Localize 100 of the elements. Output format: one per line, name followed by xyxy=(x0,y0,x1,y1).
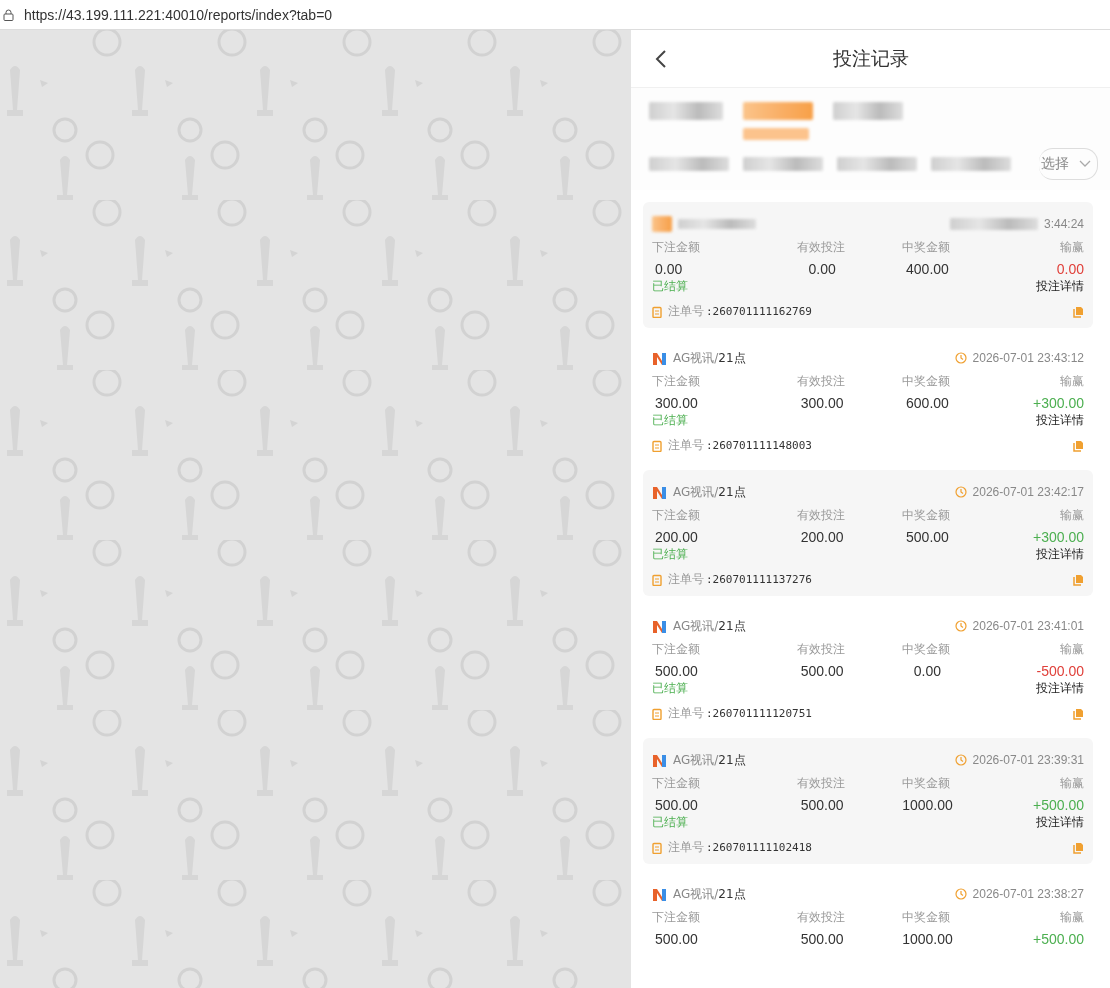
clipboard-icon xyxy=(652,305,662,318)
column-label: 有效投注 xyxy=(796,239,845,256)
order-number: :260701111120751 xyxy=(706,707,812,720)
settled-status: 已结算 xyxy=(652,412,688,429)
column-label: 中奖金额 xyxy=(901,373,950,390)
bet-details-link[interactable]: 投注详情 xyxy=(1036,546,1084,563)
clock-icon xyxy=(954,486,967,498)
column-label: 有效投注 xyxy=(796,775,845,792)
amount-value: +500.00 xyxy=(1032,797,1084,813)
order-number: :260701111162769 xyxy=(706,305,812,318)
amount-value: 500.00 xyxy=(799,663,844,679)
column-label: 输赢 xyxy=(1060,373,1084,390)
back-icon[interactable] xyxy=(655,49,667,69)
amount-value: 400.00 xyxy=(905,261,949,277)
game-name: AG视讯/21点 xyxy=(673,885,746,903)
bet-time: 2026-07-01 23:38:27 xyxy=(972,887,1084,901)
clock-icon xyxy=(954,352,967,364)
column-label: 有效投注 xyxy=(796,373,845,390)
copy-icon[interactable] xyxy=(1073,439,1084,452)
amount-value: 500.00 xyxy=(654,663,699,679)
page-title: 投注记录 xyxy=(832,45,909,71)
game-logo-icon xyxy=(652,618,667,634)
copy-icon[interactable] xyxy=(1073,305,1084,318)
column-label: 输赢 xyxy=(1060,775,1084,792)
column-label: 有效投注 xyxy=(796,909,845,926)
order-number-label: 注单号 xyxy=(668,705,704,722)
amount-value: 600.00 xyxy=(905,395,949,411)
column-label: 下注金额 xyxy=(652,641,701,658)
settled-status: 已结算 xyxy=(652,680,688,697)
game-logo-icon xyxy=(652,886,667,902)
bet-time: 2026-07-01 23:43:12 xyxy=(972,351,1084,365)
amount-value: 500.00 xyxy=(905,529,949,545)
clipboard-icon xyxy=(652,439,662,452)
bet-time: 2026-07-01 23:39:31 xyxy=(972,753,1084,767)
column-label: 输赢 xyxy=(1060,909,1084,926)
settled-status: 已结算 xyxy=(652,278,688,295)
clipboard-icon xyxy=(652,573,662,586)
order-number-label: 注单号 xyxy=(668,571,704,588)
column-label: 下注金额 xyxy=(652,239,701,256)
column-label: 下注金额 xyxy=(652,373,701,390)
column-label: 有效投注 xyxy=(796,641,845,658)
bet-details-link[interactable]: 投注详情 xyxy=(1036,412,1084,429)
order-number: :260701111137276 xyxy=(706,573,812,586)
column-label: 输赢 xyxy=(1060,507,1084,524)
lock-icon xyxy=(3,8,14,21)
blurred-placeholder xyxy=(652,216,672,232)
amount-value: 500.00 xyxy=(799,931,844,947)
bet-details-link[interactable]: 投注详情 xyxy=(1036,278,1084,295)
order-number-label: 注单号 xyxy=(668,303,704,320)
amount-value: 1000.00 xyxy=(901,797,953,813)
order-number-label: 注单号 xyxy=(668,839,704,856)
amount-value: 0.00 xyxy=(912,663,942,679)
clock-icon xyxy=(954,620,967,632)
settled-status: 已结算 xyxy=(652,814,688,831)
chevron-down-icon xyxy=(1079,160,1091,168)
bet-time: 3:44:24 xyxy=(1043,217,1084,231)
game-name: AG视讯/21点 xyxy=(673,617,746,635)
amount-value: 0.00 xyxy=(1055,261,1084,277)
amount-value: 500.00 xyxy=(654,797,699,813)
amount-value: 500.00 xyxy=(654,931,699,947)
amount-value: 200.00 xyxy=(799,529,844,545)
column-label: 输赢 xyxy=(1060,239,1084,256)
column-label: 中奖金额 xyxy=(901,641,950,658)
bet-details-link[interactable]: 投注详情 xyxy=(1036,680,1084,697)
blurred-placeholder xyxy=(833,102,903,120)
amount-value: 0.00 xyxy=(807,261,836,277)
amount-value: +300.00 xyxy=(1032,395,1084,411)
clipboard-icon xyxy=(652,841,662,854)
game-logo-icon xyxy=(652,484,667,500)
column-label: 中奖金额 xyxy=(901,775,950,792)
bet-time: 2026-07-01 23:41:01 xyxy=(972,619,1084,633)
settled-status: 已结算 xyxy=(652,546,688,563)
column-label: 有效投注 xyxy=(796,507,845,524)
copy-icon[interactable] xyxy=(1073,573,1084,586)
clock-icon xyxy=(954,754,967,766)
bet-time: 2026-07-01 23:42:17 xyxy=(972,485,1084,499)
game-name: AG视讯/21点 xyxy=(673,349,746,367)
column-label: 输赢 xyxy=(1060,641,1084,658)
amount-value: 1000.00 xyxy=(901,931,953,947)
url-text[interactable]: https://43.199.111.221:40010/reports/index?tab=0 xyxy=(24,6,333,23)
copy-icon[interactable] xyxy=(1073,707,1084,720)
column-label: 中奖金额 xyxy=(901,507,950,524)
amount-value: -500.00 xyxy=(1035,663,1084,679)
copy-icon[interactable] xyxy=(1073,841,1084,854)
game-name: AG视讯/21点 xyxy=(673,483,746,501)
column-label: 下注金额 xyxy=(652,507,701,524)
order-number: :260701111102418 xyxy=(706,841,812,854)
column-label: 中奖金额 xyxy=(901,909,950,926)
game-logo-icon xyxy=(652,752,667,768)
bet-details-link[interactable]: 投注详情 xyxy=(1036,814,1084,831)
column-label: 中奖金额 xyxy=(901,239,950,256)
select-dropdown[interactable]: 选择 xyxy=(1039,148,1098,180)
order-number: :260701111148003 xyxy=(706,439,812,452)
clipboard-icon xyxy=(652,707,662,720)
blurred-placeholder xyxy=(743,128,809,140)
game-name: AG视讯/21点 xyxy=(673,751,746,769)
amount-value: +300.00 xyxy=(1032,529,1084,545)
amount-value: 200.00 xyxy=(654,529,699,545)
amount-value: 500.00 xyxy=(799,797,844,813)
order-number-label: 注单号 xyxy=(668,437,704,454)
